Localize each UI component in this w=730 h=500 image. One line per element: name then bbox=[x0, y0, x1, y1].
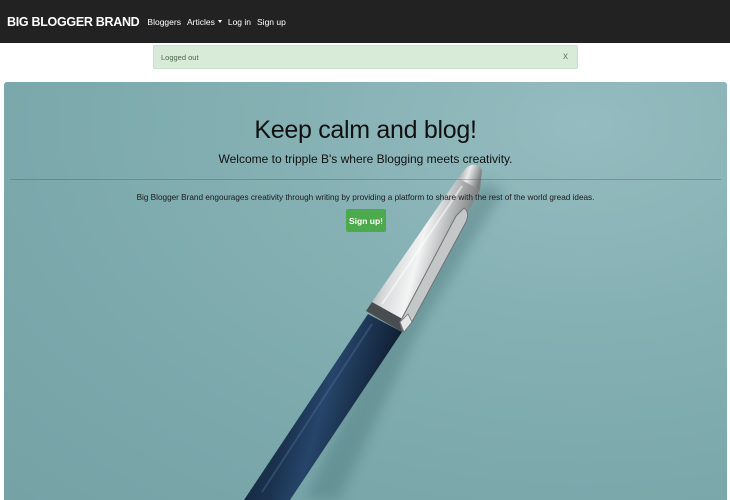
nav-dropdown-articles-label: Articles bbox=[186, 16, 215, 27]
caret-down-icon bbox=[217, 20, 222, 23]
nav-link-bloggers-label: Bloggers bbox=[147, 16, 181, 27]
logout-alert: Logged out x bbox=[153, 45, 578, 69]
alert-message: Logged out bbox=[161, 52, 199, 62]
hero-subtitle: Welcome to tripple B's where Blogging me… bbox=[218, 152, 513, 166]
hero-lead-text: Big Blogger Brand engourages creativity … bbox=[136, 193, 595, 202]
nav-link-bloggers[interactable]: Bloggers bbox=[147, 17, 181, 27]
brand-link[interactable]: BIG BLOGGER BRAND bbox=[7, 15, 140, 29]
nav-link-login-label: Log in bbox=[227, 16, 252, 27]
hero-jumbotron: Keep calm and blog! Welcome to tripple B… bbox=[4, 82, 727, 500]
hero-title: Keep calm and blog! bbox=[254, 116, 477, 144]
hero-divider bbox=[10, 179, 721, 180]
top-navbar: BIG BLOGGER BRAND Bloggers Articles Log … bbox=[0, 0, 730, 43]
signup-button[interactable]: Sign up! bbox=[346, 209, 386, 232]
nav-link-login[interactable]: Log in bbox=[228, 17, 251, 27]
nav-dropdown-articles[interactable]: Articles bbox=[187, 17, 222, 27]
nav-link-signup-label: Sign up bbox=[257, 16, 286, 27]
nav-link-signup[interactable]: Sign up bbox=[257, 17, 286, 27]
alert-close-button[interactable]: x bbox=[563, 51, 568, 63]
